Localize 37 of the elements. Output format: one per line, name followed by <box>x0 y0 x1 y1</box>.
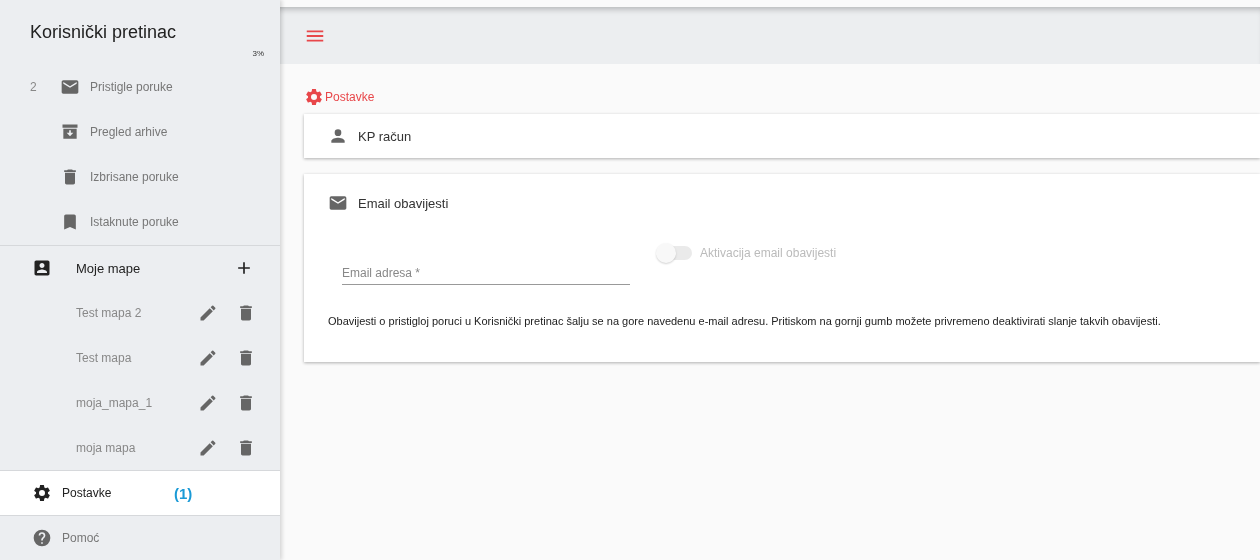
edit-icon[interactable] <box>198 347 218 368</box>
envelope-icon <box>328 193 348 213</box>
account-panel[interactable]: KP račun <box>304 114 1260 158</box>
mailbox-label: Istaknute poruke <box>90 215 179 230</box>
folders-heading: Moje mape <box>76 260 142 276</box>
settings-icon <box>304 87 324 107</box>
email-field[interactable]: Email adresa * <box>342 262 630 285</box>
folder-item[interactable]: Test mapa 2 <box>76 306 198 320</box>
breadcrumb: Postavke <box>325 90 375 104</box>
edit-icon[interactable] <box>198 437 218 458</box>
edit-icon[interactable] <box>198 392 218 413</box>
folder-item[interactable]: moja_mapa_1 <box>76 395 198 410</box>
app-title: Korisnički pretinac <box>30 22 178 43</box>
nav-item[interactable]: Postavke (1) <box>0 471 280 516</box>
folder-item[interactable]: Test mapa <box>76 350 198 365</box>
mailbox-label: Pristigle poruke <box>90 80 173 95</box>
mailbox-item[interactable]: Izbrisane poruke <box>0 154 280 200</box>
toggle-label: Aktivacija email obavijesti <box>700 246 837 260</box>
nav-label: Postavke <box>62 486 113 501</box>
mailbox-item[interactable]: 2 Pristigle poruke <box>0 64 280 110</box>
help-icon <box>32 528 52 549</box>
mailbox-item[interactable]: Pregled arhive <box>0 109 280 155</box>
nav-label: Pomoć <box>62 531 101 546</box>
unread-count: 2 <box>30 80 37 95</box>
count-label: (1) <box>174 484 193 502</box>
panel-title: Email obavijesti <box>358 195 449 211</box>
person-icon <box>328 126 348 146</box>
edit-icon[interactable] <box>198 303 218 323</box>
contact-folder-icon <box>32 258 52 279</box>
settings-icon <box>32 483 52 504</box>
mailbox-item[interactable]: Istaknute poruke <box>0 199 280 245</box>
mailbox-label: Pregled arhive <box>90 125 168 140</box>
nav-item[interactable]: Pomoć <box>0 516 280 560</box>
folder-item[interactable]: moja mapa <box>76 440 198 455</box>
mailbox-label: Izbrisane poruke <box>90 170 179 185</box>
storage-usage: 3% <box>252 49 264 58</box>
info-text: Obavijesti o pristigloj poruci u Korisnički pretinac šalju se na gore navedenu e-mail adresu. Pritiskom na gornji gumb možete privremeno deaktivirati slanje takvih obavijesti. <box>328 315 1162 327</box>
